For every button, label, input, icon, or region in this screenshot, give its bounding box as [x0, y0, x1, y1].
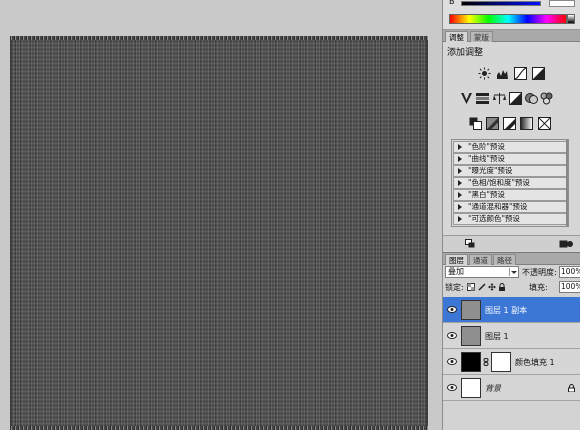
black-white-icon[interactable] — [509, 92, 522, 105]
eye-icon[interactable] — [447, 306, 457, 313]
color-panel: B — [443, 0, 580, 30]
layers-tabbar: 图层 通道 路径 — [443, 253, 580, 265]
clip-to-layer-icon[interactable] — [465, 239, 475, 248]
gradient-map-icon[interactable] — [520, 117, 533, 130]
tab-channels[interactable]: 通道 — [469, 254, 492, 265]
color-b-row: B — [449, 0, 577, 8]
expand-triangle-icon — [458, 204, 462, 210]
layer-name: 背景 — [485, 384, 501, 393]
tab-layers[interactable]: 图层 — [445, 254, 468, 265]
preset-levels[interactable]: "色阶"预设 — [453, 141, 567, 153]
eye-icon[interactable] — [447, 384, 457, 391]
lock-label: 锁定: — [445, 283, 464, 292]
blend-mode-select[interactable]: 叠加 — [445, 266, 519, 278]
layer-thumbnail — [461, 326, 481, 346]
layer-row[interactable]: 背景 — [443, 375, 580, 401]
layer-name: 图层 1 副本 — [485, 306, 528, 315]
expand-triangle-icon — [458, 192, 462, 198]
right-panels: B 调整 蒙版 添加调整 "色阶"预设 "曲线"预设 "曝光度"预设 "色相/饱… — [442, 0, 580, 430]
preset-selective-color[interactable]: "可选颜色"预设 — [453, 213, 567, 225]
document-canvas[interactable] — [10, 36, 428, 430]
adjustment-presets-list: "色阶"预设 "曲线"预设 "曝光度"预设 "色相/饱和度"预设 "黑白"预设 … — [451, 139, 569, 227]
document-workspace — [0, 0, 442, 430]
exposure-icon[interactable] — [532, 67, 545, 80]
adjustments-panel: 调整 蒙版 添加调整 "色阶"预设 "曲线"预设 "曝光度"预设 "色相/饱和度… — [443, 30, 580, 252]
adjustments-title: 添加调整 — [447, 48, 484, 58]
adjustments-tabbar: 调整 蒙版 — [443, 30, 580, 42]
layers-panel: 图层 通道 路径 叠加 不透明度: 100% 锁定: — [443, 252, 580, 430]
black-white-ramp[interactable] — [567, 14, 575, 24]
channel-mixer-icon[interactable] — [540, 92, 553, 105]
new-adjustment-icon[interactable] — [559, 239, 573, 248]
preset-hue-saturation[interactable]: "色相/饱和度"预设 — [453, 177, 567, 189]
expand-triangle-icon — [458, 168, 462, 174]
preset-exposure[interactable]: "曝光度"预设 — [453, 165, 567, 177]
preset-channel-mixer[interactable]: "通道混和器"预设 — [453, 201, 567, 213]
selective-color-icon[interactable] — [538, 117, 551, 130]
opacity-label: 不透明度: — [522, 268, 557, 277]
lock-position-icon[interactable] — [488, 283, 496, 291]
adjustments-footer — [443, 235, 580, 251]
tab-masks[interactable]: 蒙版 — [470, 31, 493, 42]
tab-adjustments[interactable]: 调整 — [445, 31, 468, 42]
layer-thumbnail — [461, 300, 481, 320]
lock-all-icon[interactable] — [498, 283, 506, 291]
lock-transparent-icon[interactable] — [467, 283, 475, 291]
blend-row: 叠加 不透明度: 100% — [445, 266, 580, 279]
layer-thumbnail — [461, 378, 481, 398]
eye-icon[interactable] — [447, 358, 457, 365]
posterize-icon[interactable] — [486, 117, 499, 130]
color-spectrum-bar[interactable] — [449, 14, 567, 24]
layer-name: 图层 1 — [485, 332, 509, 341]
layer-mask-thumbnail — [491, 352, 511, 372]
expand-triangle-icon — [458, 216, 462, 222]
brightness-contrast-icon[interactable] — [478, 67, 491, 80]
curves-icon[interactable] — [514, 67, 527, 80]
fill-label: 填充: — [529, 283, 548, 292]
lock-pixels-icon[interactable] — [478, 283, 486, 291]
expand-triangle-icon — [458, 144, 462, 150]
expand-triangle-icon — [458, 156, 462, 162]
fill-input[interactable]: 100% — [559, 281, 580, 293]
threshold-icon[interactable] — [503, 117, 516, 130]
tab-paths[interactable]: 路径 — [493, 254, 516, 265]
fill-layer-thumbnail — [461, 352, 481, 372]
preset-curves[interactable]: "曲线"预设 — [453, 153, 567, 165]
vibrance-icon[interactable] — [460, 92, 473, 105]
preset-black-white[interactable]: "黑白"预设 — [453, 189, 567, 201]
presets-scrollbar[interactable] — [566, 140, 568, 226]
hue-saturation-icon[interactable] — [476, 92, 489, 105]
chevron-down-icon — [509, 268, 517, 276]
levels-icon[interactable] — [496, 67, 509, 80]
lock-icon — [568, 384, 575, 393]
color-balance-icon[interactable] — [493, 92, 506, 105]
layer-row[interactable]: 图层 1 — [443, 323, 580, 349]
eye-icon[interactable] — [447, 332, 457, 339]
expand-triangle-icon — [458, 180, 462, 186]
opacity-input[interactable]: 100% — [559, 266, 580, 278]
invert-icon[interactable] — [469, 117, 482, 130]
channel-label: B — [449, 0, 455, 6]
lock-row: 锁定: 填充: 100% — [445, 281, 580, 294]
photo-filter-icon[interactable] — [525, 92, 538, 105]
layer-name: 颜色填充 1 — [515, 358, 555, 367]
layer-row[interactable]: 图层 1 副本 — [443, 297, 580, 323]
blue-channel-slider[interactable] — [461, 1, 541, 6]
layer-row[interactable]: 颜色填充 1 — [443, 349, 580, 375]
blue-channel-input[interactable] — [549, 0, 575, 7]
chain-link-icon[interactable] — [483, 358, 489, 366]
